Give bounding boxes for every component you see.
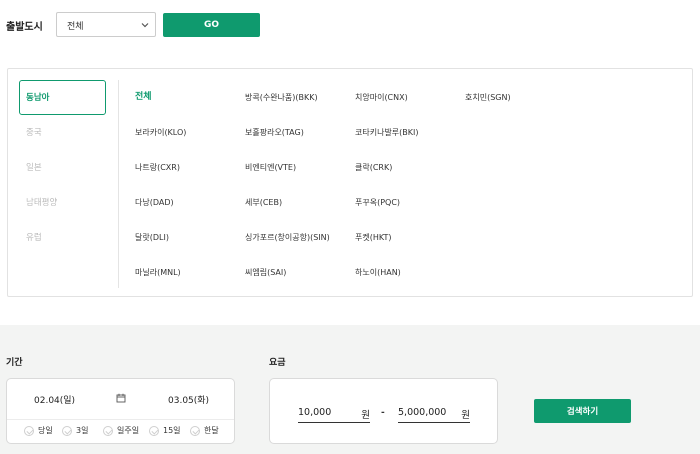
duration-label: 한달 bbox=[204, 426, 219, 435]
region-divider bbox=[118, 80, 119, 288]
chevron-down-icon bbox=[141, 23, 149, 28]
price-max-field[interactable]: 5,000,000 원 bbox=[398, 401, 470, 423]
duration-label: 당일 bbox=[38, 426, 53, 435]
city-grid: 전체 방콕(수완나품)(BKK) 치앙마이(CNX) 호치민(SGN) 보라카이… bbox=[135, 80, 685, 290]
city-bki[interactable]: 코타키나발루(BKI) bbox=[355, 115, 419, 150]
city-dli[interactable]: 달랏(DLI) bbox=[135, 220, 169, 255]
duration-option-3days[interactable]: 3일 bbox=[62, 425, 88, 436]
city-row: 다낭(DAD) 세부(CEB) 푸꾸옥(PQC) bbox=[135, 185, 685, 220]
city-hkt[interactable]: 푸켓(HKT) bbox=[355, 220, 392, 255]
city-crk[interactable]: 클락(CRK) bbox=[355, 150, 392, 185]
city-pqc[interactable]: 푸꾸옥(PQC) bbox=[355, 185, 400, 220]
check-icon bbox=[103, 425, 113, 436]
price-max-value: 5,000,000 bbox=[398, 407, 447, 418]
duration-options: 당일 3일 일주일 15일 한달 bbox=[24, 425, 234, 439]
end-date[interactable]: 03.05(화) bbox=[168, 393, 209, 406]
city-all[interactable]: 전체 bbox=[135, 80, 152, 115]
price-range-separator: - bbox=[381, 408, 385, 418]
region-tab-europe[interactable]: 유럽 bbox=[19, 220, 106, 255]
price-min-field[interactable]: 10,000 원 bbox=[298, 401, 370, 423]
price-box: 10,000 원 - 5,000,000 원 bbox=[269, 378, 498, 444]
price-label: 요금 bbox=[269, 358, 286, 368]
city-mnl[interactable]: 마닐라(MNL) bbox=[135, 255, 181, 290]
start-date[interactable]: 02.04(일) bbox=[34, 393, 75, 406]
go-button[interactable]: GO bbox=[163, 13, 260, 37]
region-tabs: 동남아 중국 일본 남태평양 유럽 bbox=[19, 80, 106, 255]
check-icon bbox=[190, 425, 200, 436]
departure-city-select[interactable]: 전체 bbox=[56, 12, 156, 37]
city-han[interactable]: 하노이(HAN) bbox=[355, 255, 401, 290]
region-tab-japan[interactable]: 일본 bbox=[19, 150, 106, 185]
departure-bar: 출발도시 전체 GO bbox=[0, 0, 700, 50]
duration-option-week[interactable]: 일주일 bbox=[103, 425, 139, 436]
check-icon bbox=[24, 425, 34, 436]
city-dad[interactable]: 다낭(DAD) bbox=[135, 185, 174, 220]
city-cnx[interactable]: 치앙마이(CNX) bbox=[355, 80, 408, 115]
city-bkk[interactable]: 방콕(수완나품)(BKK) bbox=[245, 80, 318, 115]
city-vte[interactable]: 비엔티엔(VTE) bbox=[245, 150, 296, 185]
city-row: 마닐라(MNL) 씨엠립(SAI) 하노이(HAN) bbox=[135, 255, 685, 290]
city-row: 전체 방콕(수완나품)(BKK) 치앙마이(CNX) 호치민(SGN) bbox=[135, 80, 685, 115]
price-max-unit: 원 bbox=[461, 410, 470, 421]
region-panel: 동남아 중국 일본 남태평양 유럽 전체 방콕(수완나품)(BKK) 치앙마이(… bbox=[7, 68, 693, 297]
city-row: 나트랑(CXR) 비엔티엔(VTE) 클락(CRK) bbox=[135, 150, 685, 185]
departure-city-value: 전체 bbox=[67, 22, 84, 32]
duration-label: 15일 bbox=[163, 426, 181, 435]
region-tab-south-pacific[interactable]: 남태평양 bbox=[19, 185, 106, 220]
check-icon bbox=[62, 425, 72, 436]
price-min-value: 10,000 bbox=[298, 407, 332, 418]
calendar-icon[interactable] bbox=[116, 393, 126, 403]
duration-option-month[interactable]: 한달 bbox=[190, 425, 219, 436]
duration-label: 일주일 bbox=[117, 426, 140, 435]
duration-option-15days[interactable]: 15일 bbox=[149, 425, 181, 436]
city-sai[interactable]: 씨엠립(SAI) bbox=[245, 255, 286, 290]
departure-label: 출발도시 bbox=[6, 22, 43, 33]
duration-label: 3일 bbox=[76, 426, 89, 435]
city-sin[interactable]: 싱가포르(창이공항)(SIN) bbox=[245, 220, 330, 255]
period-divider bbox=[7, 419, 234, 420]
search-filter-panel: 기간 요금 02.04(일) 03.05(화) 당일 3일 일주일 15일 한달… bbox=[0, 325, 700, 454]
city-sgn[interactable]: 호치민(SGN) bbox=[465, 80, 511, 115]
price-min-unit: 원 bbox=[361, 410, 370, 421]
search-button[interactable]: 검색하기 bbox=[534, 399, 631, 423]
period-box: 02.04(일) 03.05(화) 당일 3일 일주일 15일 한달 bbox=[6, 378, 235, 444]
city-row: 달랏(DLI) 싱가포르(창이공항)(SIN) 푸켓(HKT) bbox=[135, 220, 685, 255]
duration-option-day[interactable]: 당일 bbox=[24, 425, 53, 436]
city-ceb[interactable]: 세부(CEB) bbox=[245, 185, 282, 220]
period-label: 기간 bbox=[6, 358, 23, 368]
check-icon bbox=[149, 425, 159, 436]
city-klo[interactable]: 보라카이(KLO) bbox=[135, 115, 186, 150]
city-cxr[interactable]: 나트랑(CXR) bbox=[135, 150, 180, 185]
city-row: 보라카이(KLO) 보홀팡라오(TAG) 코타키나발루(BKI) bbox=[135, 115, 685, 150]
region-tab-china[interactable]: 중국 bbox=[19, 115, 106, 150]
city-tag[interactable]: 보홀팡라오(TAG) bbox=[245, 115, 304, 150]
region-tab-southeast-asia[interactable]: 동남아 bbox=[19, 80, 106, 115]
